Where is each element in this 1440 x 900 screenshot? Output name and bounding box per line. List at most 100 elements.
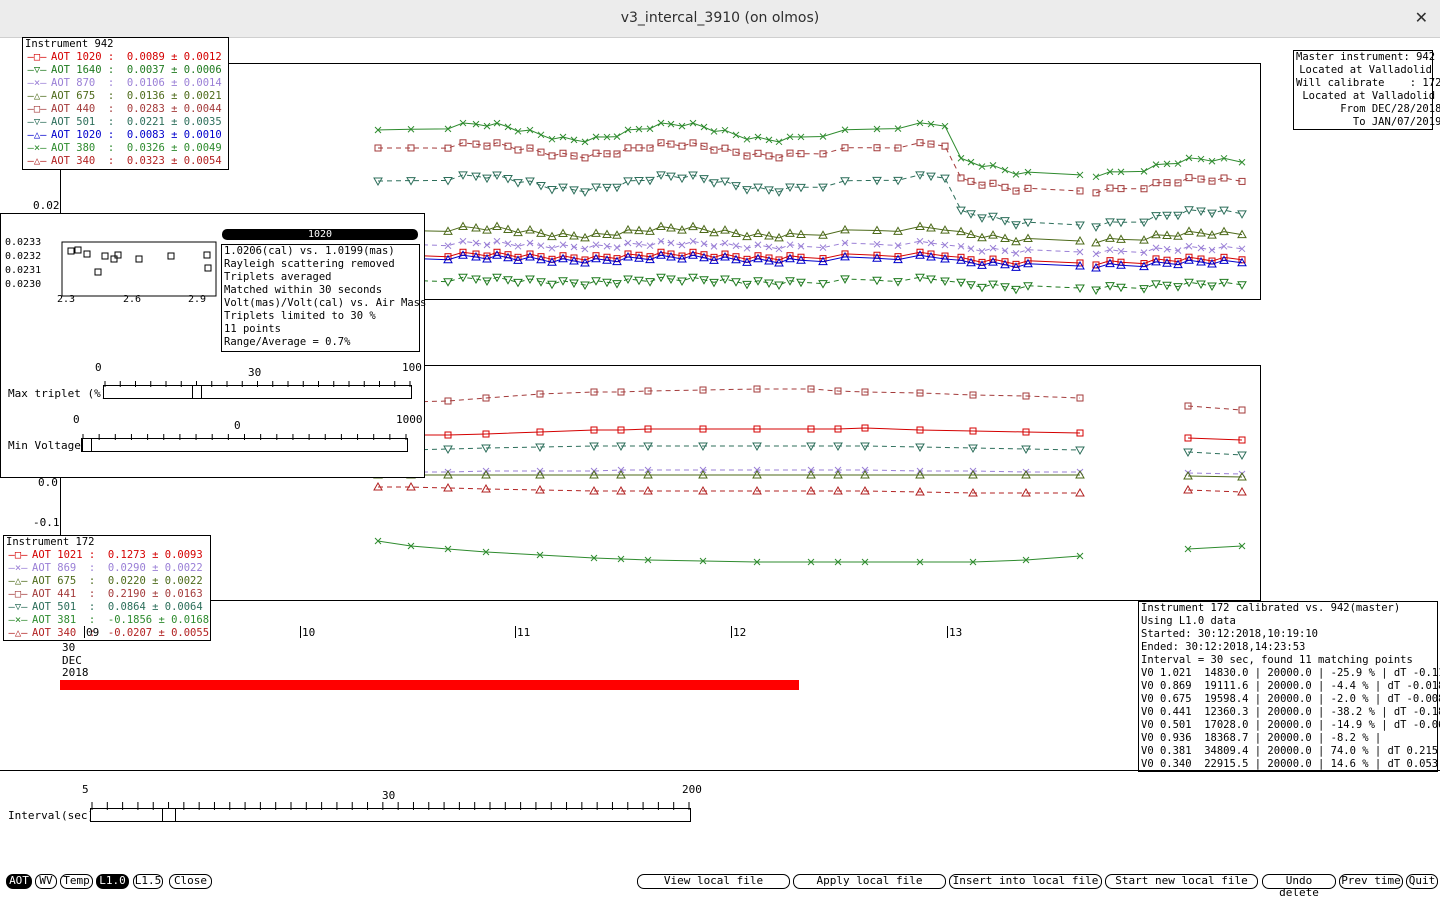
- toggle-close-button[interactable]: Close: [169, 874, 212, 889]
- series-line: [377, 122, 1081, 176]
- series-marker: [1237, 281, 1247, 290]
- popup-info-line: Volt(mas)/Volt(cal) vs. Air Mass: [224, 297, 427, 309]
- mini-data-point: [101, 252, 109, 260]
- legend-marker-icon: —▽—: [27, 116, 47, 128]
- legend-row[interactable]: —△— AOT 675 : 0.0220 ± 0.0022: [4, 575, 210, 588]
- series-marker: [624, 239, 632, 247]
- undo-delete-button[interactable]: Undo delete: [1262, 874, 1336, 899]
- series-marker: [700, 240, 708, 248]
- legend-row[interactable]: —□— AOT 441 : 0.2190 ± 0.0163: [4, 588, 210, 601]
- series-marker: [967, 177, 975, 185]
- toggle-temp-button[interactable]: Temp: [60, 874, 93, 889]
- series-marker: [957, 174, 965, 182]
- mini-data-point: [94, 268, 102, 276]
- interval-slider[interactable]: [90, 802, 691, 822]
- legend-row[interactable]: —▽— AOT 1640 : 0.0037 ± 0.0006: [23, 64, 228, 77]
- legend-value: 0.0083 ± 0.0010: [126, 129, 222, 141]
- legend-row[interactable]: —▽— AOT 501 : 0.0864 ± 0.0064: [4, 601, 210, 614]
- legend-row[interactable]: —△— AOT 675 : 0.0136 ± 0.0021: [23, 90, 228, 103]
- legend-row[interactable]: —×— AOT 870 : 0.0106 ± 0.0014: [23, 77, 228, 90]
- legend-row[interactable]: —△— AOT 1020 : 0.0083 ± 0.0010: [23, 129, 228, 142]
- series-marker: [513, 179, 523, 188]
- legend-row[interactable]: —▽— AOT 501 : 0.0221 ± 0.0035: [23, 116, 228, 129]
- toggle-wv-button[interactable]: WV: [35, 874, 57, 889]
- legend-marker-icon: —▽—: [8, 601, 28, 613]
- interval-slider-handle[interactable]: [161, 808, 176, 822]
- series-marker: [841, 144, 849, 152]
- mini-plot-frame: [61, 241, 217, 297]
- series-line: [378, 469, 1080, 473]
- legend-row[interactable]: —□— AOT 1020 : 0.0089 ± 0.0012: [23, 51, 228, 64]
- voltage-max: 1000: [396, 413, 423, 426]
- series-marker: [754, 241, 762, 249]
- toggle-l10-button[interactable]: L1.0: [96, 874, 129, 889]
- start-new-local-file-button[interactable]: Start new local file: [1105, 874, 1258, 889]
- legend-label: AOT 440 :: [51, 103, 115, 115]
- legend-label: AOT 441 :: [32, 588, 96, 600]
- popup-header: 1020: [222, 229, 418, 240]
- toggle-aot-button[interactable]: AOT: [6, 874, 32, 889]
- legend-row[interactable]: —×— AOT 380 : 0.0326 ± 0.0049: [23, 142, 228, 155]
- quit-button[interactable]: Quit: [1406, 874, 1438, 889]
- legend-marker-icon: —▽—: [27, 64, 47, 76]
- series-marker: [503, 276, 513, 285]
- series-marker: [689, 119, 697, 127]
- legend-value: -0.1856 ± 0.0168: [107, 614, 210, 626]
- mini-x-tick: 2.9: [188, 294, 206, 304]
- series-marker: [1208, 246, 1216, 254]
- master-info-line: Located at Valladolid: [1296, 90, 1436, 102]
- series-marker: [1151, 212, 1161, 221]
- legend-value: 0.0089 ± 0.0012: [126, 51, 222, 63]
- series-marker: [547, 186, 557, 195]
- legend-row[interactable]: —□— AOT 1021 : 0.1273 ± 0.0093: [4, 549, 210, 562]
- apply-local-file-button[interactable]: Apply local file: [793, 874, 946, 889]
- series-marker: [1106, 184, 1114, 192]
- legend-row[interactable]: —△— AOT 340 : 0.0323 ± 0.0054: [23, 155, 228, 168]
- series-marker: [623, 177, 633, 186]
- series-marker: [720, 177, 730, 187]
- series-marker: [503, 175, 513, 184]
- progress-track: [60, 680, 799, 690]
- prev-time-button[interactable]: Prev time: [1339, 874, 1403, 889]
- calibration-info-line: V0 0.381 34809.4 | 20000.0 | 74.0 % | dT…: [1141, 745, 1439, 757]
- voltage-slider-handle[interactable]: [82, 438, 92, 452]
- series-marker: [373, 177, 383, 187]
- legend-row[interactable]: —×— AOT 869 : 0.0290 ± 0.0022: [4, 562, 210, 575]
- calibration-info-box: Instrument 172 calibrated vs. 942(master…: [1138, 601, 1440, 772]
- series-marker: [624, 144, 632, 152]
- legend-value: 0.0037 ± 0.0006: [126, 64, 222, 76]
- series-marker: [1185, 174, 1193, 182]
- series-marker: [710, 243, 718, 250]
- series-marker: [1075, 284, 1085, 293]
- legend-marker-icon: —□—: [27, 51, 47, 63]
- voltage-slider[interactable]: [81, 434, 408, 452]
- legend-value: 0.0136 ± 0.0021: [126, 90, 222, 102]
- series-marker: [1116, 218, 1126, 228]
- calibration-info-line: V0 0.441 12360.3 | 20000.0 | -38.2 % | d…: [1141, 706, 1440, 718]
- series-marker: [796, 183, 806, 193]
- series-line: [377, 142, 1081, 192]
- series-marker: [634, 176, 644, 186]
- series-marker: [613, 244, 621, 252]
- popup-info-line: Range/Average = 0.7%: [224, 336, 351, 348]
- series-marker: [1091, 223, 1101, 232]
- legend-label: AOT 380 :: [51, 142, 115, 154]
- progress-bar: [60, 680, 799, 690]
- mini-data-point: [83, 250, 91, 258]
- series-marker: [504, 142, 512, 150]
- legend-row[interactable]: —□— AOT 440 : 0.0283 ± 0.0044: [23, 103, 228, 116]
- series-line: [377, 240, 1081, 254]
- toggle-l15-button[interactable]: L1.5: [133, 874, 163, 889]
- insert-into-local-file-button[interactable]: Insert into local file: [949, 874, 1102, 889]
- series-line: [1187, 472, 1243, 475]
- master-info-line: Located at Valladolid: [1299, 64, 1432, 76]
- triplet-slider-handle[interactable]: [192, 385, 203, 399]
- calibration-info-line: Interval = 30 sec, found 11 matching poi…: [1141, 654, 1413, 666]
- calibration-info-line: V0 0.501 17028.0 | 20000.0 | -14.9 % | d…: [1141, 719, 1440, 731]
- master-info-line: Master instrument: 942: [1296, 51, 1436, 63]
- series-line: [377, 225, 1081, 243]
- series-marker: [700, 123, 708, 131]
- triplet-slider[interactable]: [103, 381, 412, 399]
- view-local-file-button[interactable]: View local file: [637, 874, 790, 889]
- legend-marker-icon: —△—: [8, 575, 28, 587]
